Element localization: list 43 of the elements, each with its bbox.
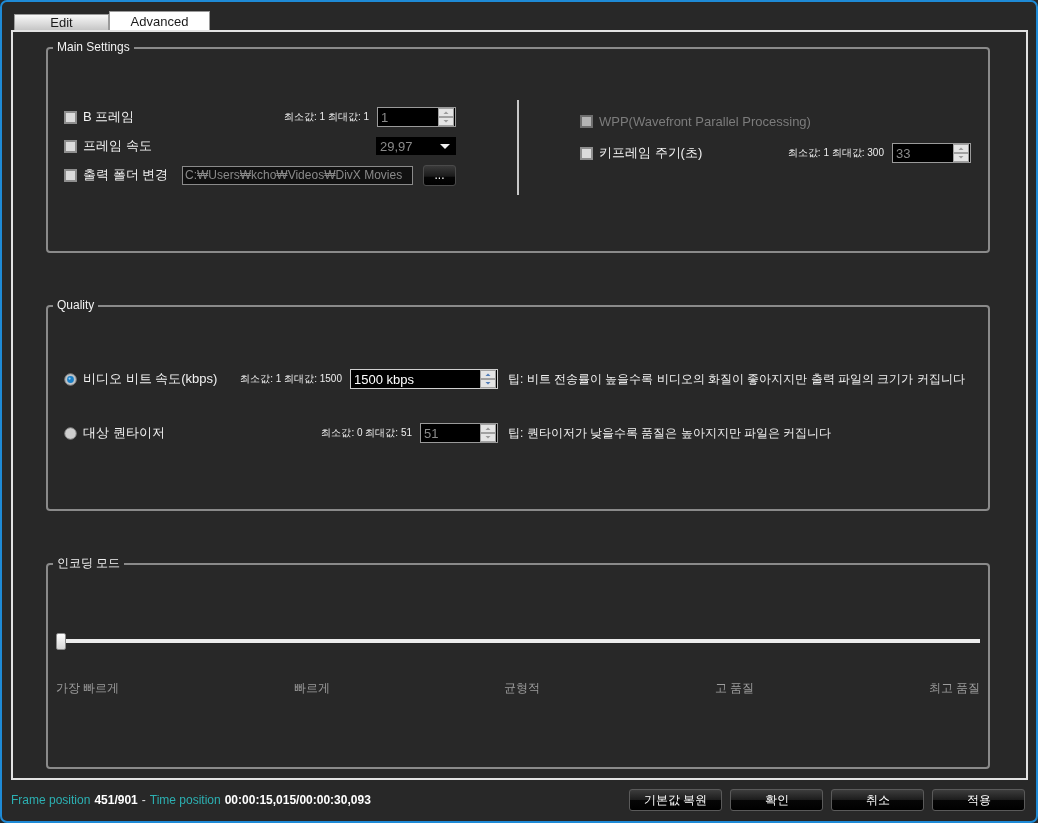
range-hint: 최소값: 1 최대값: 1 — [284, 110, 369, 124]
checkbox[interactable] — [64, 168, 77, 182]
checkbox-label: B 프레임 — [83, 108, 135, 126]
radio-label: 대상 퀀타이저 — [83, 424, 165, 442]
group-title: 인코딩 모드 — [56, 556, 122, 571]
range-hint: 최소값: 1 최대값: 300 — [787, 146, 884, 160]
tab[interactable]: Edit — [14, 14, 109, 30]
range-hint: 최소값: 1 최대값: 1500 — [240, 372, 342, 386]
mode-label: 균형적 — [504, 680, 541, 697]
radio-label: 비디오 비트 속도(kbps) — [83, 370, 218, 388]
tip-text: 팁: 비트 전송률이 높을수록 비디오의 화질이 좋아지지만 출력 파일의 크기가 커집니다 — [508, 370, 965, 388]
checkbox-label: 출력 폴더 변경 — [83, 166, 169, 184]
slider-thumb[interactable] — [56, 633, 66, 650]
browse-button[interactable]: ... — [423, 164, 456, 186]
separator-text: - — [141, 793, 146, 807]
checkbox-label: 프레임 속도 — [83, 137, 152, 155]
mode-label: 가장 빠르게 — [56, 680, 120, 697]
tip-text: 팁: 퀀타이저가 낮을수록 품질은 높아지지만 파일은 커집니다 — [508, 424, 832, 442]
caret-icon — [440, 143, 450, 149]
radio-button[interactable] — [64, 426, 77, 440]
checkbox[interactable] — [64, 110, 77, 124]
radio-button[interactable] — [64, 372, 77, 386]
checkbox[interactable] — [64, 139, 77, 153]
frame-position-label: Frame position — [11, 793, 91, 807]
checkbox-label: WPP(Wavefront Parallel Processing) — [599, 113, 811, 129]
group-title: Main Settings — [56, 40, 131, 55]
mode-label: 최고 품질 — [928, 680, 980, 697]
range-hint: 최소값: 0 최대값: 51 — [321, 426, 412, 440]
checkbox-label: 키프레임 주기(초) — [599, 144, 703, 162]
spinner-icon[interactable] — [480, 370, 496, 388]
mode-label: 빠르게 — [293, 680, 330, 697]
number-field[interactable]: 1500 kbps — [350, 369, 498, 389]
dialog-button[interactable]: 확인 — [730, 789, 823, 811]
dialog-button[interactable]: 기본값 복원 — [629, 789, 722, 811]
dialog-button[interactable]: 취소 — [831, 789, 924, 811]
group-title: Quality — [56, 298, 96, 313]
time-position-label: Time position — [149, 793, 221, 807]
mode-label: 고 품질 — [714, 680, 755, 697]
time-position-value: 00:00:15,015/00:00:30,093 — [224, 793, 371, 807]
dialog-button[interactable]: 적용 — [932, 789, 1025, 811]
frame-position-value: 451/901 — [94, 793, 138, 807]
tab[interactable]: Advanced — [109, 11, 210, 30]
checkbox[interactable] — [580, 146, 593, 160]
